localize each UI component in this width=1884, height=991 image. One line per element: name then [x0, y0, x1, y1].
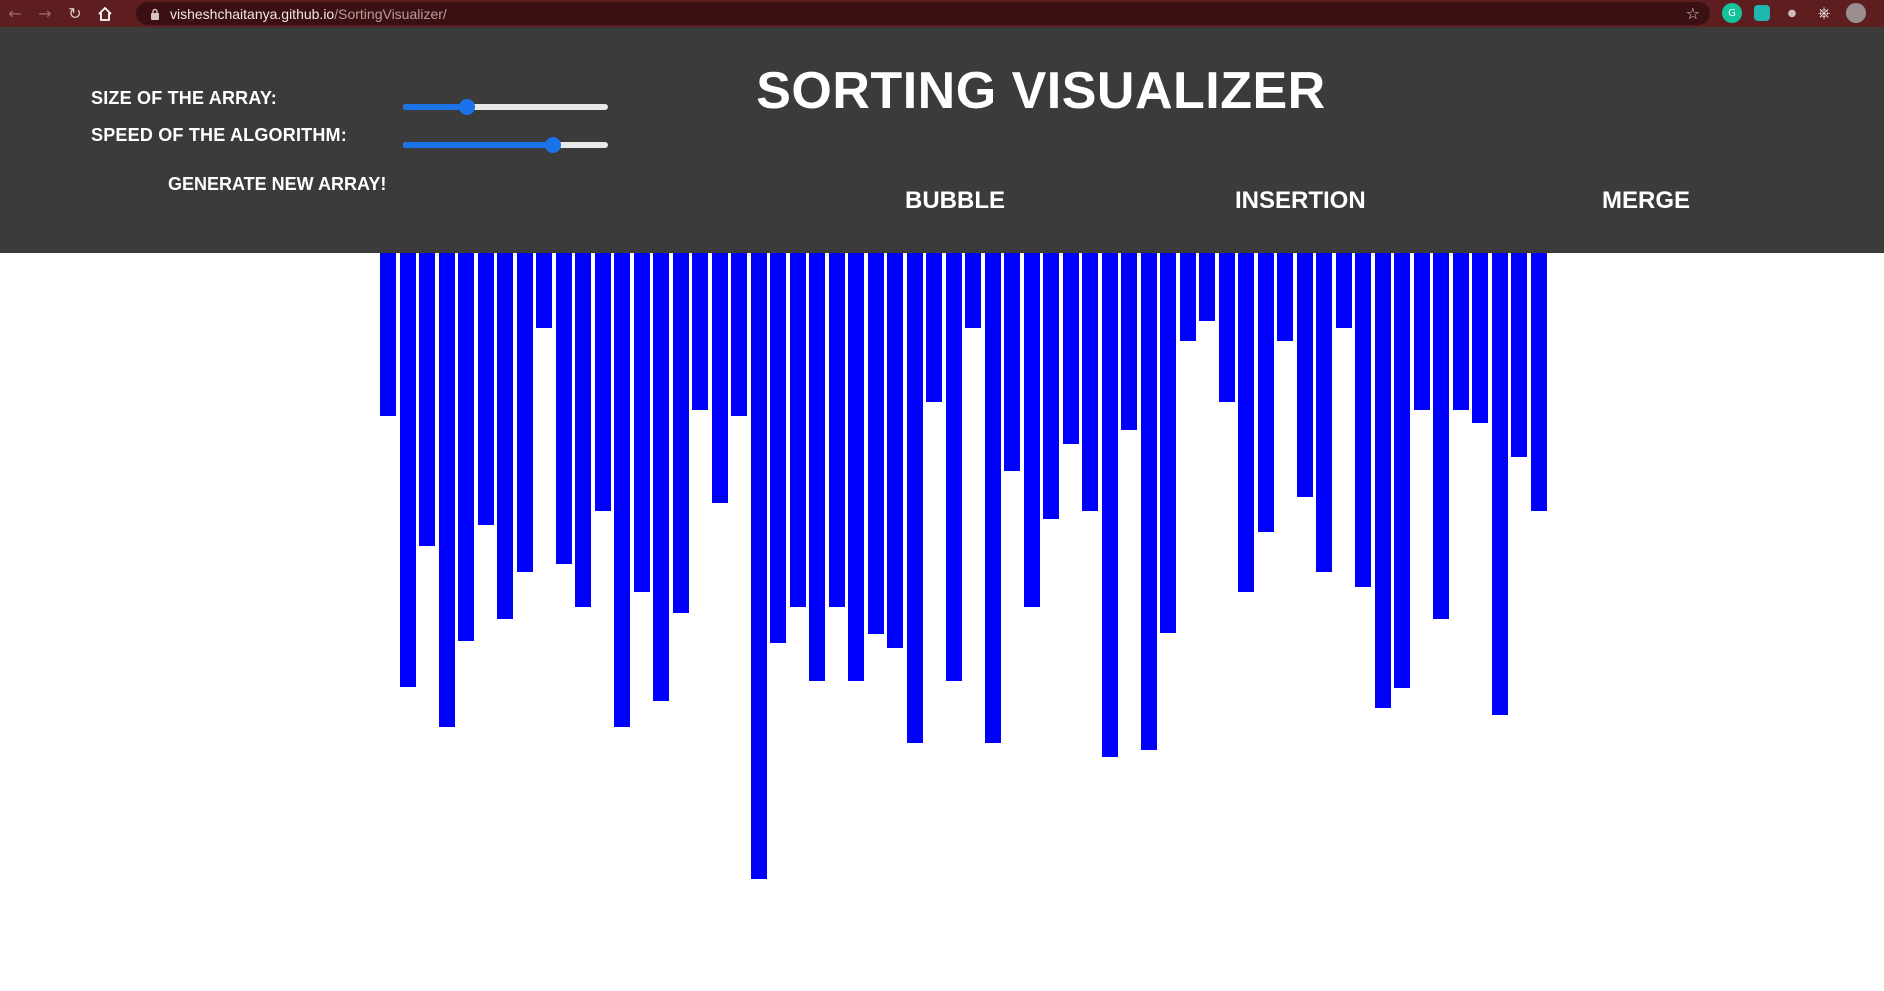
array-bar: [750, 253, 767, 879]
array-bar: [1140, 253, 1157, 750]
array-bar: [731, 253, 748, 416]
array-bar: [828, 253, 845, 607]
array-bar: [965, 253, 982, 328]
array-bar: [1121, 253, 1138, 430]
array-bar: [984, 253, 1001, 743]
array-bar: [614, 253, 631, 727]
browser-toolbar: ← → ↻ visheshchaitanya.github.io/Sorting…: [0, 0, 1884, 27]
array-bar: [1062, 253, 1079, 444]
extension-icon[interactable]: [1754, 5, 1770, 21]
insertion-sort-button[interactable]: INSERTION: [1235, 187, 1366, 215]
generate-new-array-button[interactable]: GENERATE NEW ARRAY!: [168, 174, 386, 195]
array-bar: [1374, 253, 1391, 708]
array-bar: [653, 253, 670, 701]
extensions-area: G ● ⎈: [1722, 3, 1866, 23]
array-bar: [1004, 253, 1021, 471]
array-bar: [926, 253, 943, 402]
address-bar[interactable]: visheshchaitanya.github.io/SortingVisual…: [136, 2, 1710, 25]
array-bar: [1472, 253, 1489, 423]
array-bar: [1296, 253, 1313, 497]
array-bar: [848, 253, 865, 681]
microphone-icon[interactable]: ●: [1782, 3, 1802, 23]
array-bar: [555, 253, 572, 564]
array-bar: [1082, 253, 1099, 511]
array-bar: [711, 253, 728, 503]
array-bar: [692, 253, 709, 410]
page-title: SORTING VISUALIZER: [756, 62, 1326, 120]
array-bar: [1218, 253, 1235, 402]
array-bar: [594, 253, 611, 511]
array-bar: [438, 253, 455, 727]
speed-slider-thumb[interactable]: [544, 137, 561, 153]
array-bar: [536, 253, 553, 328]
array-bar: [1199, 253, 1216, 321]
array-bar: [1277, 253, 1294, 341]
array-bar: [399, 253, 416, 687]
bubble-sort-button[interactable]: BUBBLE: [905, 187, 1005, 215]
array-bar: [1394, 253, 1411, 688]
array-bar: [633, 253, 650, 592]
speed-label: SPEED OF THE ALGORITHM:: [91, 125, 347, 145]
array-bar: [575, 253, 592, 607]
arrow-right-icon[interactable]: →: [30, 0, 60, 27]
array-bar: [672, 253, 689, 613]
profile-avatar[interactable]: [1846, 3, 1866, 23]
array-bar: [809, 253, 826, 681]
puzzle-icon[interactable]: ⎈: [1814, 3, 1834, 23]
array-bar: [789, 253, 806, 607]
array-bar: [1160, 253, 1177, 633]
array-bar: [1413, 253, 1430, 410]
home-icon[interactable]: [90, 0, 120, 27]
array-bar: [1257, 253, 1274, 532]
url-host: visheshchaitanya.github.io: [170, 5, 335, 22]
array-bar: [1238, 253, 1255, 592]
array-bar: [1433, 253, 1450, 619]
array-bar: [1511, 253, 1528, 457]
array-bar: [497, 253, 514, 619]
reload-icon[interactable]: ↻: [60, 0, 90, 27]
array-bar: [906, 253, 923, 743]
arrow-left-icon[interactable]: ←: [0, 0, 30, 27]
array-bar: [1452, 253, 1469, 410]
controls-header: SIZE OF THE ARRAY: SPEED OF THE ALGORITH…: [0, 27, 1884, 253]
array-bar: [1491, 253, 1508, 715]
array-bar: [1355, 253, 1372, 587]
array-bar: [1043, 253, 1060, 519]
array-bar: [1101, 253, 1118, 757]
array-bar: [1316, 253, 1333, 572]
array-bar: [1335, 253, 1352, 328]
merge-sort-button[interactable]: MERGE: [1602, 187, 1690, 215]
array-bar: [945, 253, 962, 681]
speed-slider-fill: [403, 142, 553, 148]
lock-icon[interactable]: [148, 7, 162, 21]
array-bar: [867, 253, 884, 634]
array-bar: [380, 253, 397, 416]
url-path: /SortingVisualizer/: [334, 5, 447, 22]
array-bar: [1023, 253, 1040, 607]
speed-slider[interactable]: [403, 137, 608, 153]
array-bars: [0, 253, 1884, 991]
grammarly-extension-icon[interactable]: G: [1722, 3, 1742, 23]
array-bar: [419, 253, 436, 546]
array-bar: [458, 253, 475, 641]
array-bar: [770, 253, 787, 643]
star-icon[interactable]: ☆: [1686, 4, 1700, 23]
array-bar: [477, 253, 494, 525]
array-bar: [887, 253, 904, 648]
array-bar: [516, 253, 533, 572]
array-bar: [1530, 253, 1547, 511]
array-bar: [1179, 253, 1196, 341]
